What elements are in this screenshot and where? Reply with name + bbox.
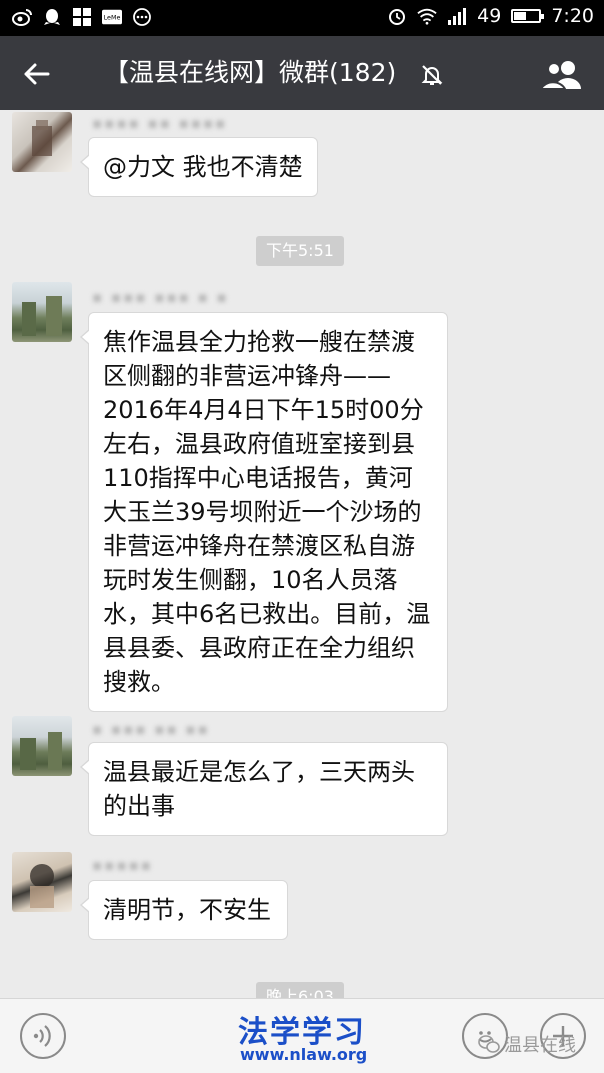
message-text: @力文 我也不清楚 [103,153,303,181]
back-button[interactable] [16,54,56,94]
signal-icon [447,6,467,26]
group-info-button[interactable] [538,54,586,94]
chat-title: 【温县在线网】微群(182) [104,58,397,87]
wechat-icon [478,1035,500,1053]
svg-text:LeMe: LeMe [104,15,121,22]
qq-icon [42,7,62,27]
timestamp: 下午5:51 [256,236,344,266]
wechat-watermark: 温县在线 [478,1031,576,1057]
sender-nickname: ▪▪▪▪ ▪▪ ▪▪▪▪ [92,114,228,132]
battery-fill [514,12,527,20]
message-text: 焦作温县全力抢救一艘在禁渡区侧翻的非营运冲锋舟——2016年4月4日下午15时0… [103,328,431,696]
input-bar: 法学学习 www.nlaw.org 温县在线 [0,998,604,1073]
clock: 7:20 [551,5,594,27]
message-text: 清明节，不安生 [103,896,271,924]
wifi-icon [417,6,437,26]
group-members-icon [541,61,581,89]
watermark-url: www.nlaw.org [240,1045,368,1064]
message-bubble[interactable]: 清明节，不安生 [80,880,288,940]
avatar[interactable] [12,282,72,342]
avatar[interactable] [12,716,72,776]
chat-area[interactable]: ▪▪▪▪ ▪▪ ▪▪▪▪ @力文 我也不清楚 下午5:51 ▪ ▪▪▪ ▪▪▪ … [0,110,604,998]
status-bar: LeMe 49 7:20 [0,0,604,36]
more-dots-icon [132,7,152,27]
voice-icon [33,1025,51,1047]
voice-input-button[interactable] [20,1013,66,1059]
title-bar: 【温县在线网】微群(182) [0,36,604,110]
app-grid-icon [72,7,92,27]
message-bubble[interactable]: 温县最近是怎么了，三天两头的出事 [80,742,448,836]
sender-nickname: ▪ ▪▪▪ ▪▪ ▪▪ [92,720,210,738]
message-bubble[interactable]: @力文 我也不清楚 [80,137,318,197]
battery-icon [511,9,545,23]
avatar[interactable] [12,112,72,172]
sender-nickname: ▪ ▪▪▪ ▪▪▪ ▪ ▪ [92,288,229,306]
mute-bell-icon [420,63,444,87]
letv-icon: LeMe [102,7,122,27]
weibo-icon [12,7,32,27]
message-text: 温县最近是怎么了，三天两头的出事 [103,758,415,820]
message-bubble[interactable]: 焦作温县全力抢救一艘在禁渡区侧翻的非营运冲锋舟——2016年4月4日下午15时0… [80,312,448,712]
timestamp: 晚上6:03 [256,982,344,998]
avatar[interactable] [12,852,72,912]
sender-nickname: ▪▪▪▪▪ [92,856,153,874]
wechat-watermark-text: 温县在线 [504,1035,576,1056]
battery-level: 49 [477,5,502,27]
back-arrow-icon [24,63,50,85]
alarm-icon [387,6,407,26]
